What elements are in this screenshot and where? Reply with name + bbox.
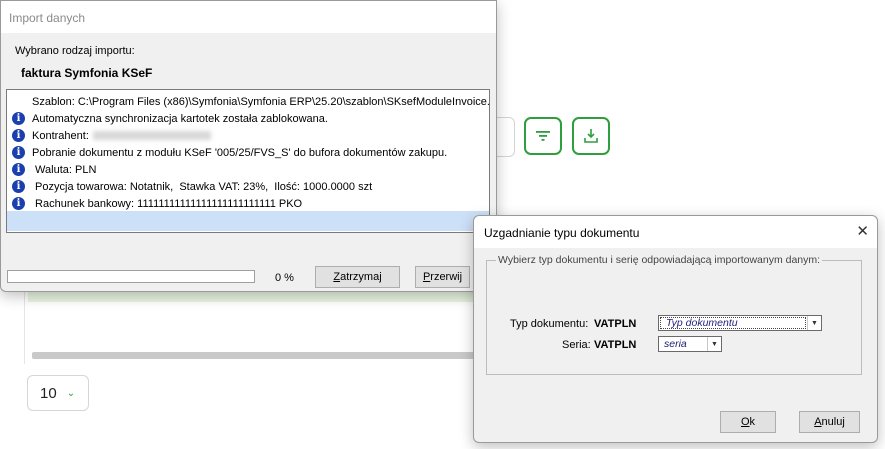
log-row-text: Kontrahent: (32, 129, 89, 142)
filter-button[interactable] (524, 117, 562, 155)
log-row-text: Pobranie dokumentu z modułu KSeF '005/25… (32, 146, 448, 159)
import-progress-bar (7, 270, 255, 283)
doc-type-select[interactable]: Typ dokumentu ▼ (658, 315, 822, 331)
document-type-dialog-titlebar[interactable]: Uzgadnianie typu dokumentu ✕ (474, 216, 877, 248)
series-value: seria (664, 338, 687, 350)
download-icon (584, 129, 598, 143)
import-log-list[interactable]: Szablon: C:\Program Files (x86)\Symfonia… (6, 89, 490, 233)
info-icon: i (12, 129, 25, 142)
log-row-text: Pozycja towarowa: Notatnik, Stawka VAT: … (32, 180, 373, 193)
log-row-text: Waluta: PLN (32, 163, 97, 176)
group-label: Wybierz typ dokumentu i serię odpowiadaj… (496, 254, 823, 266)
log-row-text: Automatyczna synchronizacja kartotek zos… (32, 112, 328, 125)
log-row[interactable]: i Kontrahent: (7, 127, 489, 144)
doc-type-value: Typ dokumentu (660, 317, 806, 329)
doc-type-label: Typ dokumentu: (510, 318, 589, 330)
log-row-text: Rachunek bankowy: 1111111111111111111111… (32, 197, 303, 210)
info-icon: i (12, 180, 25, 193)
import-dialog-titlebar[interactable]: Import danych (1, 1, 496, 33)
page-size-value: 10 (40, 384, 57, 402)
series-select[interactable]: seria ▼ (658, 336, 722, 352)
cancel-button[interactable]: Anuluj (799, 411, 860, 433)
info-icon: i (12, 146, 25, 159)
redacted-contractor (92, 131, 211, 140)
log-selected-row[interactable] (7, 211, 489, 231)
import-type-value: faktura Symfonia KSeF (21, 66, 153, 80)
abort-button[interactable]: Przerwij (415, 266, 470, 288)
doc-type-code: VATPLN (594, 318, 637, 330)
ok-button[interactable]: Ok (720, 411, 776, 433)
dropdown-arrow-icon[interactable]: ▼ (707, 337, 721, 351)
log-row[interactable]: i Rachunek bankowy: 11111111111111111111… (7, 195, 489, 212)
download-button[interactable] (572, 117, 610, 155)
info-icon: i (12, 163, 25, 176)
info-icon: i (12, 112, 25, 125)
stop-button[interactable]: Zatrzymaj (315, 266, 400, 288)
log-row-text: Szablon: C:\Program Files (x86)\Symfonia… (32, 95, 490, 108)
import-dialog-title: Import danych (9, 11, 86, 25)
log-row[interactable]: i Pobranie dokumentu z modułu KSeF '005/… (7, 144, 489, 161)
progress-percent: 0 % (275, 272, 294, 284)
document-type-dialog-title: Uzgadnianie typu dokumentu (484, 226, 640, 240)
log-row[interactable]: i Waluta: PLN (7, 161, 489, 178)
import-dialog: Import danych Wybrano rodzaj importu: fa… (0, 0, 497, 292)
document-type-dialog: Uzgadnianie typu dokumentu ✕ Wybierz typ… (473, 215, 878, 443)
dropdown-arrow-icon[interactable]: ▼ (807, 316, 821, 330)
log-row[interactable]: i Automatyczna synchronizacja kartotek z… (7, 110, 489, 127)
info-icon: i (12, 197, 25, 210)
series-label: Seria: (562, 339, 591, 351)
log-row[interactable]: i Pozycja towarowa: Notatnik, Stawka VAT… (7, 178, 489, 195)
log-row[interactable]: Szablon: C:\Program Files (x86)\Symfonia… (7, 93, 489, 110)
horizontal-scrollbar[interactable] (32, 352, 492, 359)
series-code: VATPLN (594, 339, 637, 351)
filter-icon (536, 131, 550, 141)
close-icon[interactable]: ✕ (856, 222, 869, 240)
page-size-select[interactable]: 10 ⌄ (27, 375, 89, 411)
chevron-down-icon: ⌄ (66, 387, 76, 399)
import-type-label: Wybrano rodzaj importu: (15, 45, 135, 57)
